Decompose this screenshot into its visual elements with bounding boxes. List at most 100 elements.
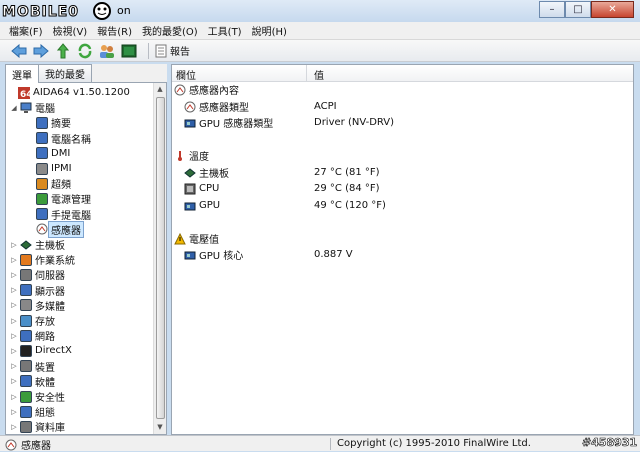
scroll-down-arrow-icon[interactable]: ▼ [154,421,166,433]
menu-view[interactable]: 檢視(V) [48,23,93,38]
root-icon: 64 [18,86,33,100]
report-button[interactable]: 報告 [155,43,190,58]
display-icon [20,284,32,297]
scroll-thumb[interactable] [156,97,165,419]
computer-icon [20,102,32,114]
collapse-arrow-icon[interactable]: ◢ [10,104,18,112]
status-bar: 感應器 Copyright (c) 1995-2010 FinalWire Lt… [0,435,640,452]
row-label: 感應器類型 [199,102,249,114]
tree-scrollbar[interactable]: ▲ ▼ [153,83,166,434]
config-icon [20,405,32,418]
left-panel: 選單 我的最愛 64AIDA64 v1.50.1200 ◢ 電腦摘要電腦名稱DMI I… [5,64,167,435]
copyright-text: Copyright (c) 1995-2010 FinalWire Ltd. [337,438,531,449]
menu-help[interactable]: 說明(H) [247,23,292,38]
forward-arrow-icon[interactable] [32,42,50,60]
users-icon[interactable] [98,42,116,60]
tree-item-devices[interactable]: ▷ 裝置 [10,359,55,374]
tree-item-overclock[interactable]: 超頻 [26,176,71,191]
refresh-icon[interactable] [76,42,94,60]
window-title: on [117,4,131,17]
tree-item-ipmi[interactable]: IPMI [26,161,72,176]
menu-tools[interactable]: 工具(T) [203,23,247,38]
tree-item-dmi[interactable]: DMI [26,146,70,161]
column-field-header[interactable]: 欄位 [176,67,196,82]
tree-item-summary[interactable]: 摘要 [26,115,71,130]
expand-arrow-icon[interactable]: ▷ [10,347,18,355]
scroll-up-arrow-icon[interactable]: ▲ [154,83,166,95]
tree-item-storage[interactable]: ▷ 存放 [10,313,55,328]
table-row[interactable]: GPU 核心 [184,247,243,262]
tree-item-database[interactable]: ▷ 資料庫 [10,419,65,434]
tree-item-label: 軟體 [35,377,55,389]
tree-item-computer[interactable]: ◢ 電腦 [10,100,55,115]
column-headers: 欄位 值 [172,65,633,82]
table-row[interactable]: 主機板 [184,165,229,180]
gpu-icon [184,200,196,211]
tree-item-display[interactable]: ▷ 顯示器 [10,283,65,298]
close-button[interactable]: ✕ [591,1,634,18]
table-row[interactable]: CPU [184,181,219,196]
row-value: ACPI [314,100,337,112]
tree-item-sensor[interactable]: 感應器 [26,220,84,238]
tree-item-multimedia[interactable]: ▷ 多媒體 [10,298,65,313]
expand-arrow-icon[interactable]: ▷ [10,362,18,370]
tree-item-computer-name[interactable]: 電腦名稱 [26,131,91,146]
expand-arrow-icon[interactable]: ▷ [10,241,18,249]
menu-report[interactable]: 報告(R) [92,23,137,38]
tab-favorites[interactable]: 我的最愛 [38,64,92,82]
menu-file[interactable]: 檔案(F) [4,23,48,38]
expand-arrow-icon[interactable]: ▷ [10,271,18,279]
table-row[interactable]: GPU 感應器類型 [184,115,273,130]
maximize-button[interactable]: □ [565,1,591,18]
tree-item-os[interactable]: ▷ 作業系統 [10,252,75,267]
title-bar: MOBILE0 on – □ ✕ [0,0,640,22]
table-row[interactable]: GPU [184,198,220,213]
back-arrow-icon[interactable] [10,42,28,60]
tree-item-config[interactable]: ▷ 組態 [10,404,55,419]
tree-item-label: 電腦名稱 [51,134,91,146]
expand-arrow-icon[interactable]: ▷ [10,286,18,294]
tree-item-security[interactable]: ▷ 安全性 [10,389,65,404]
group-header: 電壓值 [174,231,219,246]
menu-favorites[interactable]: 我的最愛(O) [137,23,203,38]
tree-item-software[interactable]: ▷ 軟體 [10,374,55,389]
expand-arrow-icon[interactable]: ▷ [10,377,18,385]
expand-arrow-icon[interactable]: ▷ [10,317,18,325]
expand-arrow-icon[interactable]: ▷ [10,408,18,416]
report-icon [155,44,167,57]
tree-item-network[interactable]: ▷ 網路 [10,328,55,343]
row-label: GPU [199,199,221,211]
dmi-icon [36,147,48,160]
tab-menu[interactable]: 選單 [5,64,39,83]
server-icon [20,268,32,281]
tree-item-label: 資料庫 [35,423,65,435]
expand-arrow-icon[interactable]: ▷ [10,332,18,340]
sensor-icon [184,101,196,112]
tree-item-root[interactable]: 64AIDA64 v1.50.1200 [8,85,130,100]
sensor-icon [36,223,48,235]
tree-item-server[interactable]: ▷ 伺服器 [10,267,65,282]
expand-arrow-icon[interactable]: ▷ [10,301,18,309]
database-icon [20,420,32,433]
minimize-button[interactable]: – [539,1,565,18]
tree-item-label: 感應器 [48,220,84,238]
gpu-icon [184,249,196,260]
status-current-page: 感應器 [5,437,51,452]
power-icon [36,192,48,205]
up-arrow-icon[interactable] [54,42,72,60]
svg-text:MOBILE0: MOBILE0 [2,4,79,20]
expand-arrow-icon[interactable]: ▷ [10,423,18,431]
expand-arrow-icon[interactable]: ▷ [10,393,18,401]
chip-icon[interactable] [120,42,138,60]
table-row[interactable]: 感應器類型 [184,99,249,114]
tree-item-power[interactable]: 電源管理 [26,191,91,206]
tree-item-laptop[interactable]: 手提電腦 [26,207,91,222]
tree-item-directx[interactable]: ▷ DirectX [10,343,72,358]
group-title: 電壓值 [189,234,219,246]
expand-arrow-icon[interactable]: ▷ [10,256,18,264]
row-value: 0.887 V [314,249,353,260]
tree-item-label: 顯示器 [35,286,65,298]
column-value-header[interactable]: 值 [314,67,324,82]
tree-item-motherboard[interactable]: ▷ 主機板 [10,237,65,252]
column-divider[interactable] [306,65,307,82]
